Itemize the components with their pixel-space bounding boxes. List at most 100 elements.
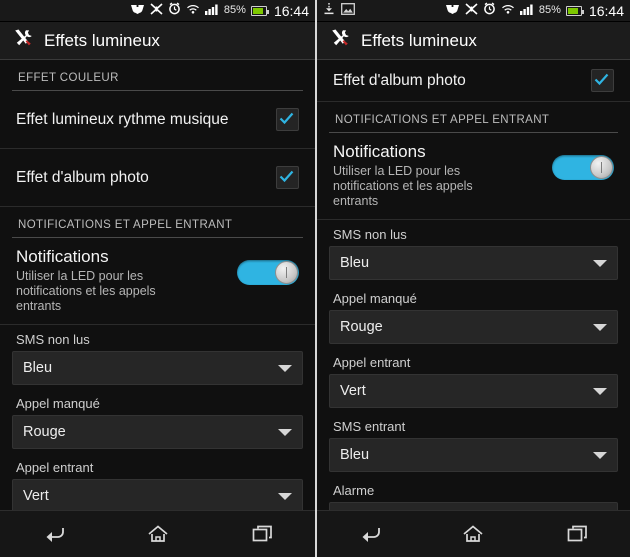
settings-scroll-area[interactable]: EFFET COULEUR Effet lumineux rythme musi… <box>0 60 315 510</box>
notifications-setting-row[interactable]: Notifications Utiliser la LED pour les n… <box>317 133 630 220</box>
check-icon <box>279 112 294 125</box>
checkbox-effet-lumineux-rythme-musique[interactable] <box>276 108 299 131</box>
app-title-bar: Effets lumineux <box>317 22 630 60</box>
page-title: Effets lumineux <box>44 30 160 50</box>
checkbox-effet-album-photo[interactable] <box>276 166 299 189</box>
dropdown-sms-non-lus[interactable]: Bleu <box>12 351 303 385</box>
row-effet-album-photo[interactable]: Effet d'album photo <box>317 60 630 102</box>
field-sms-non-lus: SMS non lus Bleu <box>317 220 630 280</box>
row-effet-album-photo[interactable]: Effet d'album photo <box>0 149 315 207</box>
toggle-knob <box>275 261 298 284</box>
field-appel-entrant: Appel entrant Vert <box>317 348 630 408</box>
system-navigation-bar <box>0 510 315 557</box>
alarm-clock-icon <box>483 1 496 20</box>
row-label: Effet d'album photo <box>333 71 466 89</box>
notifications-subtitle: Utiliser la LED pour les notifications e… <box>16 269 156 313</box>
field-label: SMS entrant <box>333 419 406 434</box>
image-icon <box>341 2 355 20</box>
toggle-knob <box>590 156 613 179</box>
dual-screenshot-container: 85% 16:44 Effets lumineux EFFET COULEUR … <box>0 0 630 557</box>
dropdown-value: Rouge <box>340 319 383 335</box>
recent-apps-button[interactable] <box>233 514 293 554</box>
status-bar-left-icons <box>323 2 445 20</box>
notifications-subtitle: Utiliser la LED pour les notifications e… <box>333 164 473 208</box>
dropdown-value: Vert <box>23 488 49 504</box>
checkbox-effet-album-photo[interactable] <box>591 69 614 92</box>
field-label: Alarme <box>333 483 375 498</box>
status-bar: 85% 16:44 <box>0 0 315 22</box>
field-label: Appel entrant <box>16 460 94 475</box>
notifications-toggle[interactable] <box>237 260 299 285</box>
dropdown-value: Rouge <box>23 424 66 440</box>
dropdown-value: Bleu <box>340 255 370 271</box>
signal-icon <box>519 2 534 20</box>
recent-apps-button[interactable] <box>548 514 608 554</box>
tools-wrench-screwdriver-icon <box>329 27 351 54</box>
right-phone-screen: 85% 16:44 Effets lumineux Effet d'album … <box>315 0 630 557</box>
back-icon <box>46 528 64 542</box>
home-icon <box>147 525 168 542</box>
home-icon <box>463 525 484 542</box>
mute-icon <box>150 2 163 20</box>
notifications-toggle[interactable] <box>552 155 614 180</box>
row-label: Effet lumineux rythme musique <box>16 110 229 128</box>
dropdown-appel-entrant[interactable]: Vert <box>12 479 303 510</box>
status-bar-right-icons: 85% 16:44 <box>130 1 309 20</box>
home-button[interactable] <box>128 514 188 554</box>
left-phone-screen: 85% 16:44 Effets lumineux EFFET COULEUR … <box>0 0 315 557</box>
field-appel-manque: Appel manqué Rouge <box>317 284 630 344</box>
chevron-down-icon <box>593 387 607 395</box>
back-button[interactable] <box>339 514 399 554</box>
tools-wrench-screwdriver-icon <box>12 27 34 54</box>
dropdown-appel-manque[interactable]: Rouge <box>12 415 303 449</box>
check-icon <box>279 170 294 183</box>
download-icon <box>323 2 335 20</box>
row-label: Effet d'album photo <box>16 168 149 186</box>
app-title-bar: Effets lumineux <box>0 22 315 60</box>
field-label: SMS non lus <box>16 332 90 347</box>
recent-apps-icon <box>567 525 587 542</box>
notifications-title: Notifications <box>333 142 426 161</box>
home-button[interactable] <box>443 514 503 554</box>
wifi-icon <box>186 2 200 20</box>
dropdown-value: Bleu <box>340 447 370 463</box>
settings-scroll-area[interactable]: Effet d'album photo NOTIFICATIONS ET APP… <box>317 60 630 510</box>
back-button[interactable] <box>23 514 83 554</box>
battery-percent-label: 85% <box>538 4 561 16</box>
dropdown-appel-manque[interactable]: Rouge <box>329 310 618 344</box>
dropdown-sms-entrant[interactable]: Bleu <box>329 438 618 472</box>
battery-icon <box>565 5 584 16</box>
clock-label: 16:44 <box>588 2 624 19</box>
wifi-icon <box>501 2 515 20</box>
chevron-down-icon <box>278 492 292 500</box>
dropdown-appel-entrant[interactable]: Vert <box>329 374 618 408</box>
chevron-down-icon <box>593 323 607 331</box>
chevron-down-icon <box>278 364 292 372</box>
chevron-down-icon <box>593 259 607 267</box>
recent-apps-icon <box>252 525 272 542</box>
field-alarme: Alarme Jaune <box>317 476 630 510</box>
dropdown-sms-non-lus[interactable]: Bleu <box>329 246 618 280</box>
dropdown-value: Vert <box>340 383 366 399</box>
status-bar-right-icons: 85% 16:44 <box>445 1 624 20</box>
chevron-down-icon <box>593 451 607 459</box>
notifications-setting-row[interactable]: Notifications Utiliser la LED pour les n… <box>0 238 315 325</box>
system-navigation-bar <box>317 510 630 557</box>
status-bar: 85% 16:44 <box>317 0 630 22</box>
battery-icon <box>250 5 269 16</box>
section-header-effet-couleur: EFFET COULEUR <box>12 60 303 91</box>
back-icon <box>362 528 381 542</box>
battery-percent-label: 85% <box>223 4 246 16</box>
field-appel-manque: Appel manqué Rouge <box>0 389 315 449</box>
row-effet-lumineux-rythme-musique[interactable]: Effet lumineux rythme musique <box>0 91 315 149</box>
clock-label: 16:44 <box>273 2 309 19</box>
field-label: Appel manqué <box>333 291 417 306</box>
dropdown-value: Bleu <box>23 360 53 376</box>
field-label: Appel manqué <box>16 396 100 411</box>
section-header-notifications: NOTIFICATIONS ET APPEL ENTRANT <box>12 207 303 238</box>
check-icon <box>594 73 609 86</box>
field-sms-entrant: SMS entrant Bleu <box>317 412 630 472</box>
field-sms-non-lus: SMS non lus Bleu <box>0 325 315 385</box>
dropdown-alarme[interactable]: Jaune <box>329 502 618 510</box>
gamepad-icon <box>445 2 460 20</box>
